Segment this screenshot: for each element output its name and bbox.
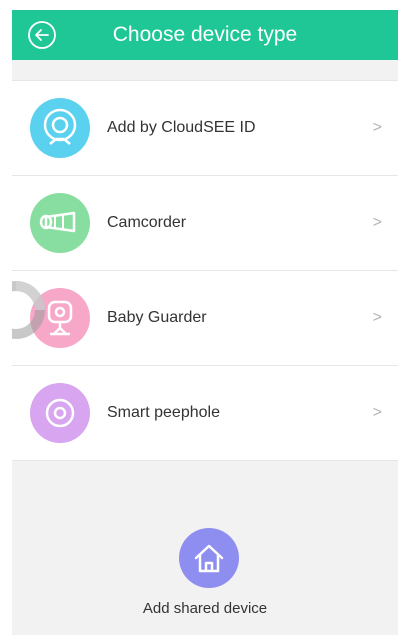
device-type-row-camcorder[interactable]: Camcorder >	[12, 176, 398, 271]
device-type-row-smart-peephole[interactable]: Smart peephole >	[12, 366, 398, 461]
device-type-list: Add by CloudSEE ID > Camcorder > Baby Gu…	[12, 80, 398, 461]
baby-camera-icon	[30, 288, 90, 348]
header-bar: Choose device type	[12, 10, 398, 60]
device-type-label: Camcorder	[107, 214, 187, 231]
chevron-right-icon: >	[372, 404, 382, 421]
peephole-icon	[30, 383, 90, 443]
device-type-label: Smart peephole	[107, 404, 220, 421]
chevron-right-icon: >	[372, 309, 382, 326]
device-type-label: Baby Guarder	[107, 309, 207, 326]
add-shared-device-button[interactable]: Add shared device	[12, 528, 398, 624]
chevron-right-icon: >	[372, 119, 382, 136]
webcam-icon	[30, 98, 90, 158]
device-type-screen: Choose device type Add by CloudSEE ID >	[12, 10, 398, 635]
add-shared-device-label: Add shared device	[142, 600, 268, 617]
home-icon	[179, 528, 239, 588]
bullet-camera-icon	[30, 193, 90, 253]
device-type-row-cloudsee-id[interactable]: Add by CloudSEE ID >	[12, 81, 398, 176]
chevron-right-icon: >	[372, 214, 382, 231]
device-type-row-baby-guarder[interactable]: Baby Guarder >	[12, 271, 398, 366]
page-title: Choose device type	[112, 23, 298, 46]
device-type-label: Add by CloudSEE ID	[107, 119, 256, 136]
